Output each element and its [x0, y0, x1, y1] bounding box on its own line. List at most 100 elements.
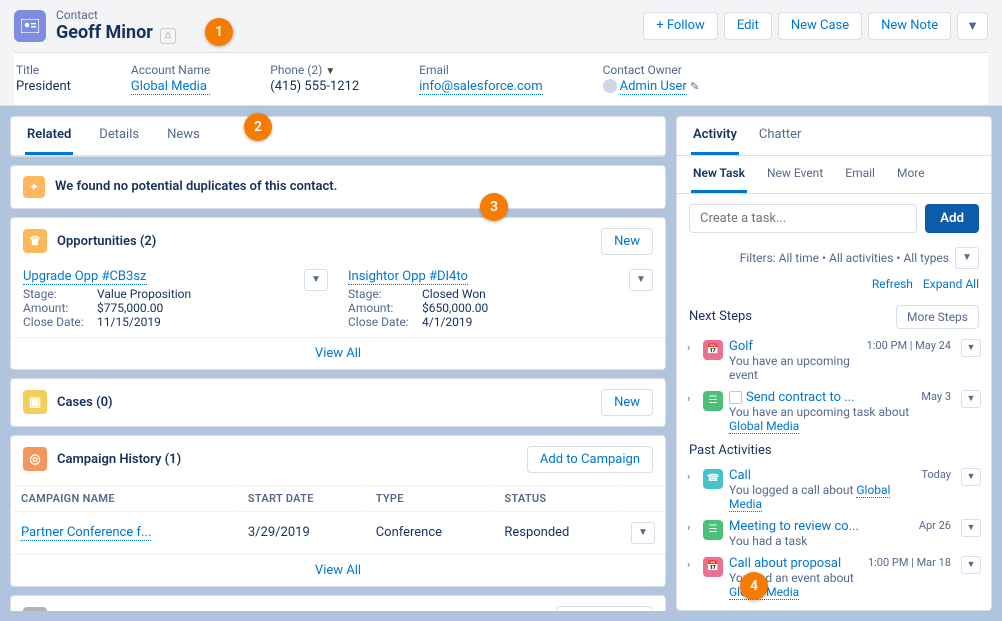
case-icon: ▣ — [23, 390, 47, 414]
contact-icon — [14, 10, 46, 42]
activity-subtext: You have an upcoming task about Global M… — [729, 405, 915, 433]
activity-item: ›📅Call about proposalYou had an event ab… — [687, 552, 981, 603]
attachment-icon: 📎 — [23, 607, 47, 611]
activity-link[interactable]: Call about proposal — [729, 556, 841, 571]
opportunity-item: Insightor Opp #DI4to ▼ Stage:Closed Won … — [348, 269, 653, 329]
campaign-link[interactable]: Partner Conference f... — [21, 525, 151, 541]
opportunity-link[interactable]: Upgrade Opp #CB3sz — [23, 269, 147, 285]
activity-menu-button[interactable]: ▼ — [961, 468, 981, 486]
table-row: Partner Conference f... 3/29/2019 Confer… — [13, 514, 663, 552]
activity-link[interactable]: Call — [729, 468, 751, 483]
callout-3: 3 — [480, 193, 508, 221]
opportunities-title: Opportunities (2) — [57, 234, 156, 249]
activity-time: 1:00 PM | Mar 18 — [868, 556, 951, 599]
chevron-right-icon[interactable]: › — [687, 339, 697, 382]
chevron-right-icon[interactable]: › — [687, 468, 697, 511]
opp-view-all[interactable]: View All — [11, 337, 665, 369]
subtab-more[interactable]: More — [895, 156, 927, 193]
activity-menu-button[interactable]: ▼ — [961, 556, 981, 574]
activity-time: Today — [921, 468, 951, 511]
load-more-button[interactable]: Load More Past Activities — [791, 611, 949, 612]
activity-item: ›☎CallYou logged a call about Global Med… — [687, 464, 981, 515]
past-activities-title: Past Activities — [689, 443, 772, 458]
activity-type-icon: ☰ — [703, 520, 723, 540]
tab-details[interactable]: Details — [97, 117, 141, 155]
col-start: START DATE — [240, 485, 366, 512]
activity-type-icon: 📅 — [703, 340, 723, 360]
account-link[interactable]: Global Media — [131, 79, 210, 95]
chevron-right-icon[interactable]: › — [687, 390, 697, 433]
row-menu-button[interactable]: ▼ — [304, 269, 328, 291]
tab-news[interactable]: News — [165, 117, 202, 155]
next-steps-title: Next Steps — [689, 309, 752, 324]
activity-type-icon: ☰ — [703, 391, 723, 411]
follow-button[interactable]: Follow — [643, 12, 718, 40]
change-owner-icon[interactable]: ✎ — [690, 80, 699, 93]
new-case-button[interactable]: New — [601, 389, 653, 416]
owner-link[interactable]: Admin User — [620, 79, 687, 95]
row-menu-button[interactable]: ▼ — [631, 522, 655, 544]
owner-label: Contact Owner — [603, 63, 700, 77]
related-link[interactable]: Global Media — [729, 419, 799, 434]
activity-item: ›📅GolfYou have an upcoming event1:00 PM … — [687, 335, 981, 386]
phone-value: (415) 555-1212 — [270, 79, 359, 94]
chevron-right-icon[interactable]: › — [687, 519, 697, 548]
new-case-button[interactable]: New Case — [778, 12, 862, 40]
col-type: TYPE — [368, 485, 495, 512]
upload-files-button[interactable]: Upload Files — [556, 606, 653, 612]
tab-chatter[interactable]: Chatter — [757, 117, 804, 155]
new-note-button[interactable]: New Note — [868, 12, 951, 40]
campaign-view-all[interactable]: View All — [11, 554, 665, 586]
activity-time: May 3 — [921, 390, 951, 433]
activity-menu-button[interactable]: ▼ — [961, 339, 981, 357]
activity-link[interactable]: Meeting to review co... — [729, 519, 859, 534]
more-steps-button[interactable]: More Steps — [896, 305, 979, 329]
record-header: Contact Geoff Minor ⌂ Follow Edit New Ca… — [0, 0, 1002, 106]
subtab-email[interactable]: Email — [843, 156, 877, 193]
avatar-icon — [603, 79, 617, 93]
activity-menu-button[interactable]: ▼ — [961, 390, 981, 408]
phone-label: Phone (2)▼ — [270, 63, 359, 77]
email-label: Email — [419, 63, 542, 77]
activity-link[interactable]: Golf — [729, 339, 753, 354]
add-task-button[interactable]: Add — [925, 204, 979, 233]
activity-link[interactable]: Send contract to ... — [746, 390, 855, 405]
edit-button[interactable]: Edit — [724, 12, 772, 40]
task-input[interactable] — [689, 204, 917, 233]
subtab-newtask[interactable]: New Task — [691, 156, 747, 193]
hierarchy-icon[interactable]: ⌂ — [160, 28, 176, 44]
chevron-right-icon[interactable]: › — [687, 556, 697, 599]
activity-type-icon: 📅 — [703, 557, 723, 577]
activity-type-icon: ☎ — [703, 469, 723, 489]
campaign-icon: ◎ — [23, 447, 47, 471]
activity-subtext: You have an upcoming event — [729, 354, 861, 382]
activity-item: › ☰ Send contract to ...You have an upcomi… — [687, 386, 981, 437]
opportunity-link[interactable]: Insightor Opp #DI4to — [348, 269, 468, 285]
expand-all-link[interactable]: Expand All — [923, 277, 979, 291]
col-name: CAMPAIGN NAME — [13, 485, 238, 512]
related-link[interactable]: Global Media — [729, 483, 890, 512]
title-label: Title — [16, 63, 71, 77]
activity-time: Apr 26 — [919, 519, 951, 548]
chevron-down-icon[interactable]: ▼ — [325, 66, 335, 77]
email-link[interactable]: info@salesforce.com — [419, 79, 542, 95]
filter-menu-button[interactable]: ▼ — [955, 247, 979, 269]
activity-subtext: You had a task — [729, 534, 913, 548]
add-to-campaign-button[interactable]: Add to Campaign — [527, 446, 653, 473]
filter-text: Filters: All time • All activities • All… — [740, 251, 949, 265]
tab-activity[interactable]: Activity — [691, 117, 739, 155]
more-actions-button[interactable]: ▼ — [957, 12, 988, 40]
callout-4: 4 — [740, 572, 768, 600]
account-label: Account Name — [131, 63, 210, 77]
col-status: STATUS — [496, 485, 621, 512]
refresh-link[interactable]: Refresh — [872, 277, 913, 291]
callout-2: 2 — [244, 113, 272, 141]
tab-related[interactable]: Related — [25, 117, 73, 155]
row-menu-button[interactable]: ▼ — [629, 269, 653, 291]
subtab-newevent[interactable]: New Event — [765, 156, 825, 193]
opportunity-icon: ♛ — [23, 229, 47, 253]
activity-menu-button[interactable]: ▼ — [961, 519, 981, 537]
new-opportunity-button[interactable]: New — [601, 228, 653, 255]
activity-item: › ☰ Meeting to review co...You had a task A… — [687, 515, 981, 552]
task-checkbox[interactable] — [729, 391, 742, 404]
